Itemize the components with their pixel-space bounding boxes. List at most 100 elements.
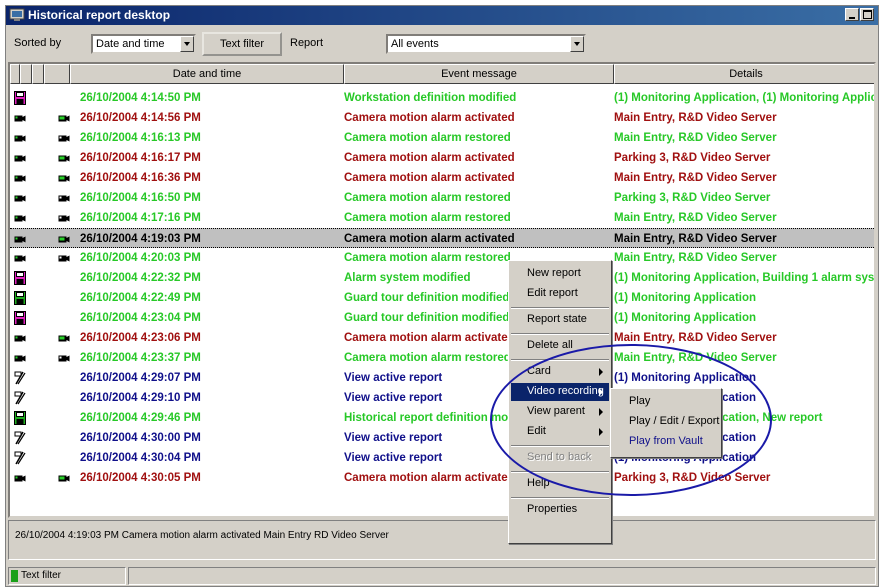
camera-green-icon (58, 474, 70, 483)
cell-datetime: 26/10/2004 4:17:16 PM (80, 212, 201, 224)
report-icon (14, 371, 26, 385)
report-label: Report (290, 37, 324, 49)
cell-details: (1) Monitoring Application, Building 1 a… (614, 272, 876, 284)
selected-event-summary: 26/10/2004 4:19:03 PM Camera motion alar… (8, 520, 876, 560)
column-header-details[interactable]: Details (614, 64, 874, 84)
menu-item-video-recording[interactable]: Video recording (511, 383, 609, 401)
floppy-green-icon (14, 291, 26, 305)
cell-datetime: 26/10/2004 4:16:13 PM (80, 132, 201, 144)
menu-item-edit-report[interactable]: Edit report (511, 285, 609, 303)
submenu-item-play-edit-export[interactable]: Play / Edit / Export (613, 413, 719, 431)
cell-message: Workstation definition modified (344, 92, 517, 104)
table-row[interactable]: 26/10/2004 4:29:46 PM Historical report d… (10, 408, 874, 428)
camera-green-icon (58, 235, 70, 244)
camera-icon (14, 191, 26, 205)
camera-icon (58, 214, 70, 223)
menu-separator (511, 307, 609, 309)
cell-details: Parking 3, R&D Video Server (614, 192, 771, 204)
sort-select[interactable]: Date and time (91, 34, 196, 54)
menu-item-new-report[interactable]: New report (511, 265, 609, 283)
cell-message: Camera motion alarm restored (344, 252, 511, 264)
table-row[interactable]: 26/10/2004 4:22:32 PM Alarm system modifi… (10, 268, 874, 288)
menu-item-card[interactable]: Card (511, 363, 609, 381)
table-row[interactable]: 26/10/2004 4:17:16 PM Camera motion alarm… (10, 208, 874, 228)
table-row[interactable]: 26/10/2004 4:14:50 PM Workstation definit… (10, 88, 874, 108)
app-icon (9, 8, 25, 21)
cell-message: Guard tour definition modified (344, 292, 510, 304)
cell-details: Main Entry, R&D Video Server (614, 352, 777, 364)
column-header-datetime[interactable]: Date and time (70, 64, 344, 84)
menu-item-view-parent[interactable]: View parent (511, 403, 609, 421)
menu-item-label: Help (527, 477, 550, 489)
cell-datetime: 26/10/2004 4:22:32 PM (80, 272, 201, 284)
cell-datetime: 26/10/2004 4:29:10 PM (80, 392, 201, 404)
cell-details: Main Entry, R&D Video Server (614, 132, 777, 144)
menu-item-properties[interactable]: Properties (511, 501, 609, 519)
submenu-item-label: Play from Vault (629, 435, 703, 447)
event-list[interactable]: Date and time Event message Details 26/1… (8, 62, 876, 518)
cell-message: View active report (344, 392, 443, 404)
cell-details: Main Entry, R&D Video Server (614, 172, 777, 184)
cell-datetime: 26/10/2004 4:30:00 PM (80, 432, 201, 444)
minimize-button[interactable] (845, 8, 859, 21)
cell-datetime: 26/10/2004 4:19:03 PM (80, 233, 201, 245)
table-row[interactable]: 26/10/2004 4:16:17 PM Camera motion alarm… (10, 148, 874, 168)
table-row[interactable]: 26/10/2004 4:14:56 PM Camera motion alarm… (10, 108, 874, 128)
cell-message: View active report (344, 372, 443, 384)
table-row[interactable]: 26/10/2004 4:29:10 PMView active report(… (10, 388, 874, 408)
submenu-item-play[interactable]: Play (613, 393, 719, 411)
cell-datetime: 26/10/2004 4:14:56 PM (80, 112, 201, 124)
menu-item-edit[interactable]: Edit (511, 423, 609, 441)
title-bar[interactable]: Historical report desktop (6, 6, 878, 25)
column-header-message[interactable]: Event message (344, 64, 614, 84)
table-row[interactable]: 26/10/2004 4:22:49 PM Guard tour definiti… (10, 288, 874, 308)
header-spacer-1[interactable] (10, 64, 20, 84)
table-row[interactable]: 26/10/2004 4:30:04 PM View active report(… (10, 448, 874, 468)
table-row[interactable]: 26/10/2004 4:19:03 PM Camera motion alarm… (10, 228, 874, 248)
submenu-item-play-from-vault[interactable]: Play from Vault (613, 433, 719, 451)
menu-item-help[interactable]: Help (511, 475, 609, 493)
text-filter-button[interactable]: Text filter (202, 32, 282, 56)
chevron-down-icon[interactable] (570, 36, 584, 52)
table-row[interactable]: 26/10/2004 4:16:36 PM Camera motion alarm… (10, 168, 874, 188)
chevron-right-icon (599, 368, 603, 376)
menu-item-label: Send to back (527, 451, 592, 463)
menu-item-label: View parent (527, 405, 585, 417)
menu-item-report-state[interactable]: Report state (511, 311, 609, 329)
table-row[interactable]: 26/10/2004 4:30:05 PM Camera motion alarm… (10, 468, 874, 488)
table-row[interactable]: 26/10/2004 4:23:37 PM Camera motion alarm… (10, 348, 874, 368)
report-select[interactable]: All events (386, 34, 586, 54)
menu-separator (511, 497, 609, 499)
menu-item-send-to-back[interactable]: Send to back (511, 449, 609, 467)
header-spacer-2[interactable] (20, 64, 32, 84)
table-row[interactable]: 26/10/2004 4:29:07 PM View active report (… (10, 368, 874, 388)
report-select-value: All events (391, 38, 439, 50)
cell-datetime: 26/10/2004 4:23:37 PM (80, 352, 201, 364)
maximize-button[interactable] (860, 8, 874, 21)
cell-datetime: 26/10/2004 4:30:04 PM (80, 452, 201, 464)
menu-separator (511, 445, 609, 447)
status-pane-filter: Text filter (8, 567, 126, 585)
header-spacer-3[interactable] (32, 64, 44, 84)
chevron-right-icon (599, 408, 603, 416)
menu-separator (511, 471, 609, 473)
cell-datetime: 26/10/2004 4:23:04 PM (80, 312, 201, 324)
camera-icon (14, 331, 26, 345)
menu-item-label: Delete all (527, 339, 573, 351)
menu-item-delete-all[interactable]: Delete all (511, 337, 609, 355)
table-row[interactable]: 26/10/2004 4:23:06 PM Camera motion alarm… (10, 328, 874, 348)
cell-details: Main Entry, R&D Video Server (614, 252, 777, 264)
table-row[interactable]: 26/10/2004 4:16:50 PM Camera motion alarm… (10, 188, 874, 208)
table-row[interactable]: 26/10/2004 4:30:00 PMView active report(… (10, 428, 874, 448)
table-row[interactable]: 26/10/2004 4:20:03 PM Camera motion alarm… (10, 248, 874, 268)
submenu-item-label: Play / Edit / Export (629, 415, 720, 427)
table-row[interactable]: 26/10/2004 4:23:04 PM Guard tour definiti… (10, 308, 874, 328)
camera-icon (14, 351, 26, 365)
chevron-down-icon[interactable] (180, 36, 194, 52)
cell-details: (1) Monitoring Application (614, 372, 757, 384)
cell-datetime: 26/10/2004 4:22:49 PM (80, 292, 201, 304)
table-row[interactable]: 26/10/2004 4:16:13 PM Camera motion alarm… (10, 128, 874, 148)
cell-message: Guard tour definition modified (344, 312, 510, 324)
header-spacer-4[interactable] (44, 64, 70, 84)
cell-datetime: 26/10/2004 4:16:17 PM (80, 152, 201, 164)
